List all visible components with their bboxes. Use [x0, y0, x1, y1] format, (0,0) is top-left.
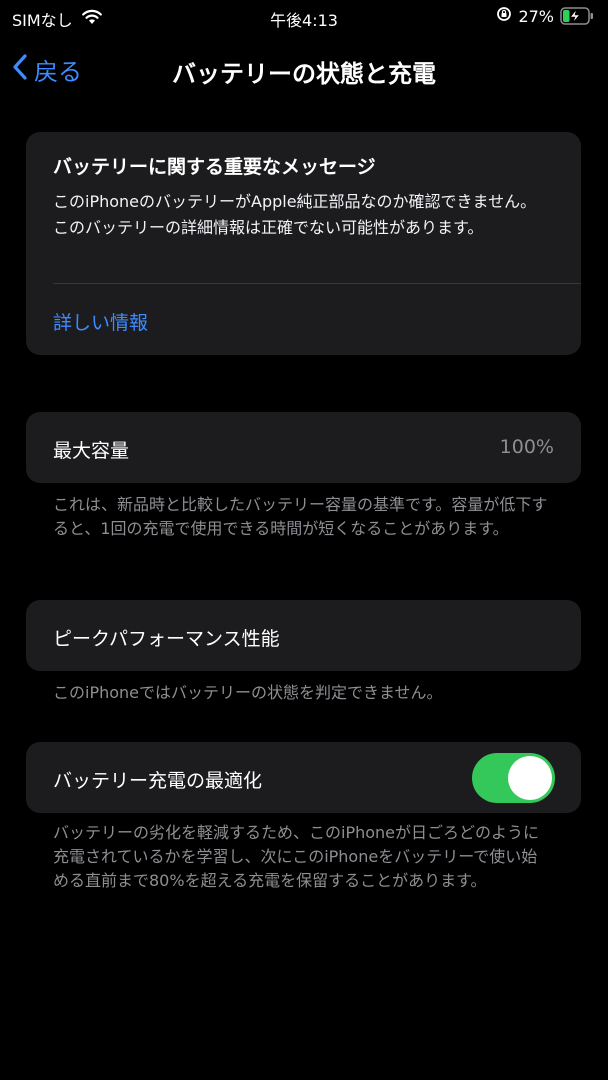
navigation-bar: 戻る バッテリーの状態と充電 [0, 44, 608, 94]
message-title: バッテリーに関する重要なメッセージ [53, 156, 376, 178]
page-title: バッテリーの状態と充電 [172, 60, 436, 88]
peak-performance-label: ピークパフォーマンス性能 [53, 628, 280, 650]
capacity-footnote: これは、新品時と比較したバッテリー容量の基準です。容量が低下すると、1回の充電で… [53, 495, 548, 538]
optimized-charging-footnote: バッテリーの劣化を軽減するため、このiPhoneが日ごろどのように充電されている… [53, 823, 540, 890]
optimized-charging-toggle[interactable] [472, 753, 555, 803]
learn-more-link[interactable]: 詳しい情報 [53, 308, 148, 335]
peak-performance-footnote: このiPhoneではバッテリーの状態を判定できません。 [53, 683, 443, 702]
orientation-lock-icon [496, 6, 512, 26]
maximum-capacity-label: 最大容量 [53, 440, 130, 462]
battery-charging-icon [560, 7, 594, 25]
maximum-capacity-value: 100% [499, 436, 554, 458]
message-body: このiPhoneのバッテリーがApple純正部品なのか確認できません。このバッテ… [53, 192, 537, 237]
maximum-capacity-row: 最大容量 100% [26, 412, 581, 483]
toggle-knob [508, 756, 552, 800]
peak-performance-row: ピークパフォーマンス性能 [26, 600, 581, 671]
optimized-charging-label: バッテリー充電の最適化 [53, 770, 263, 792]
status-right-group: 27% [496, 6, 594, 26]
battery-percent: 27% [518, 6, 554, 26]
battery-message-card: バッテリーに関する重要なメッセージ このiPhoneのバッテリーがApple純正… [26, 132, 581, 355]
optimized-charging-row: バッテリー充電の最適化 [26, 742, 581, 813]
status-bar: SIMなし 午後4:13 27% [0, 0, 608, 36]
divider [53, 283, 581, 284]
